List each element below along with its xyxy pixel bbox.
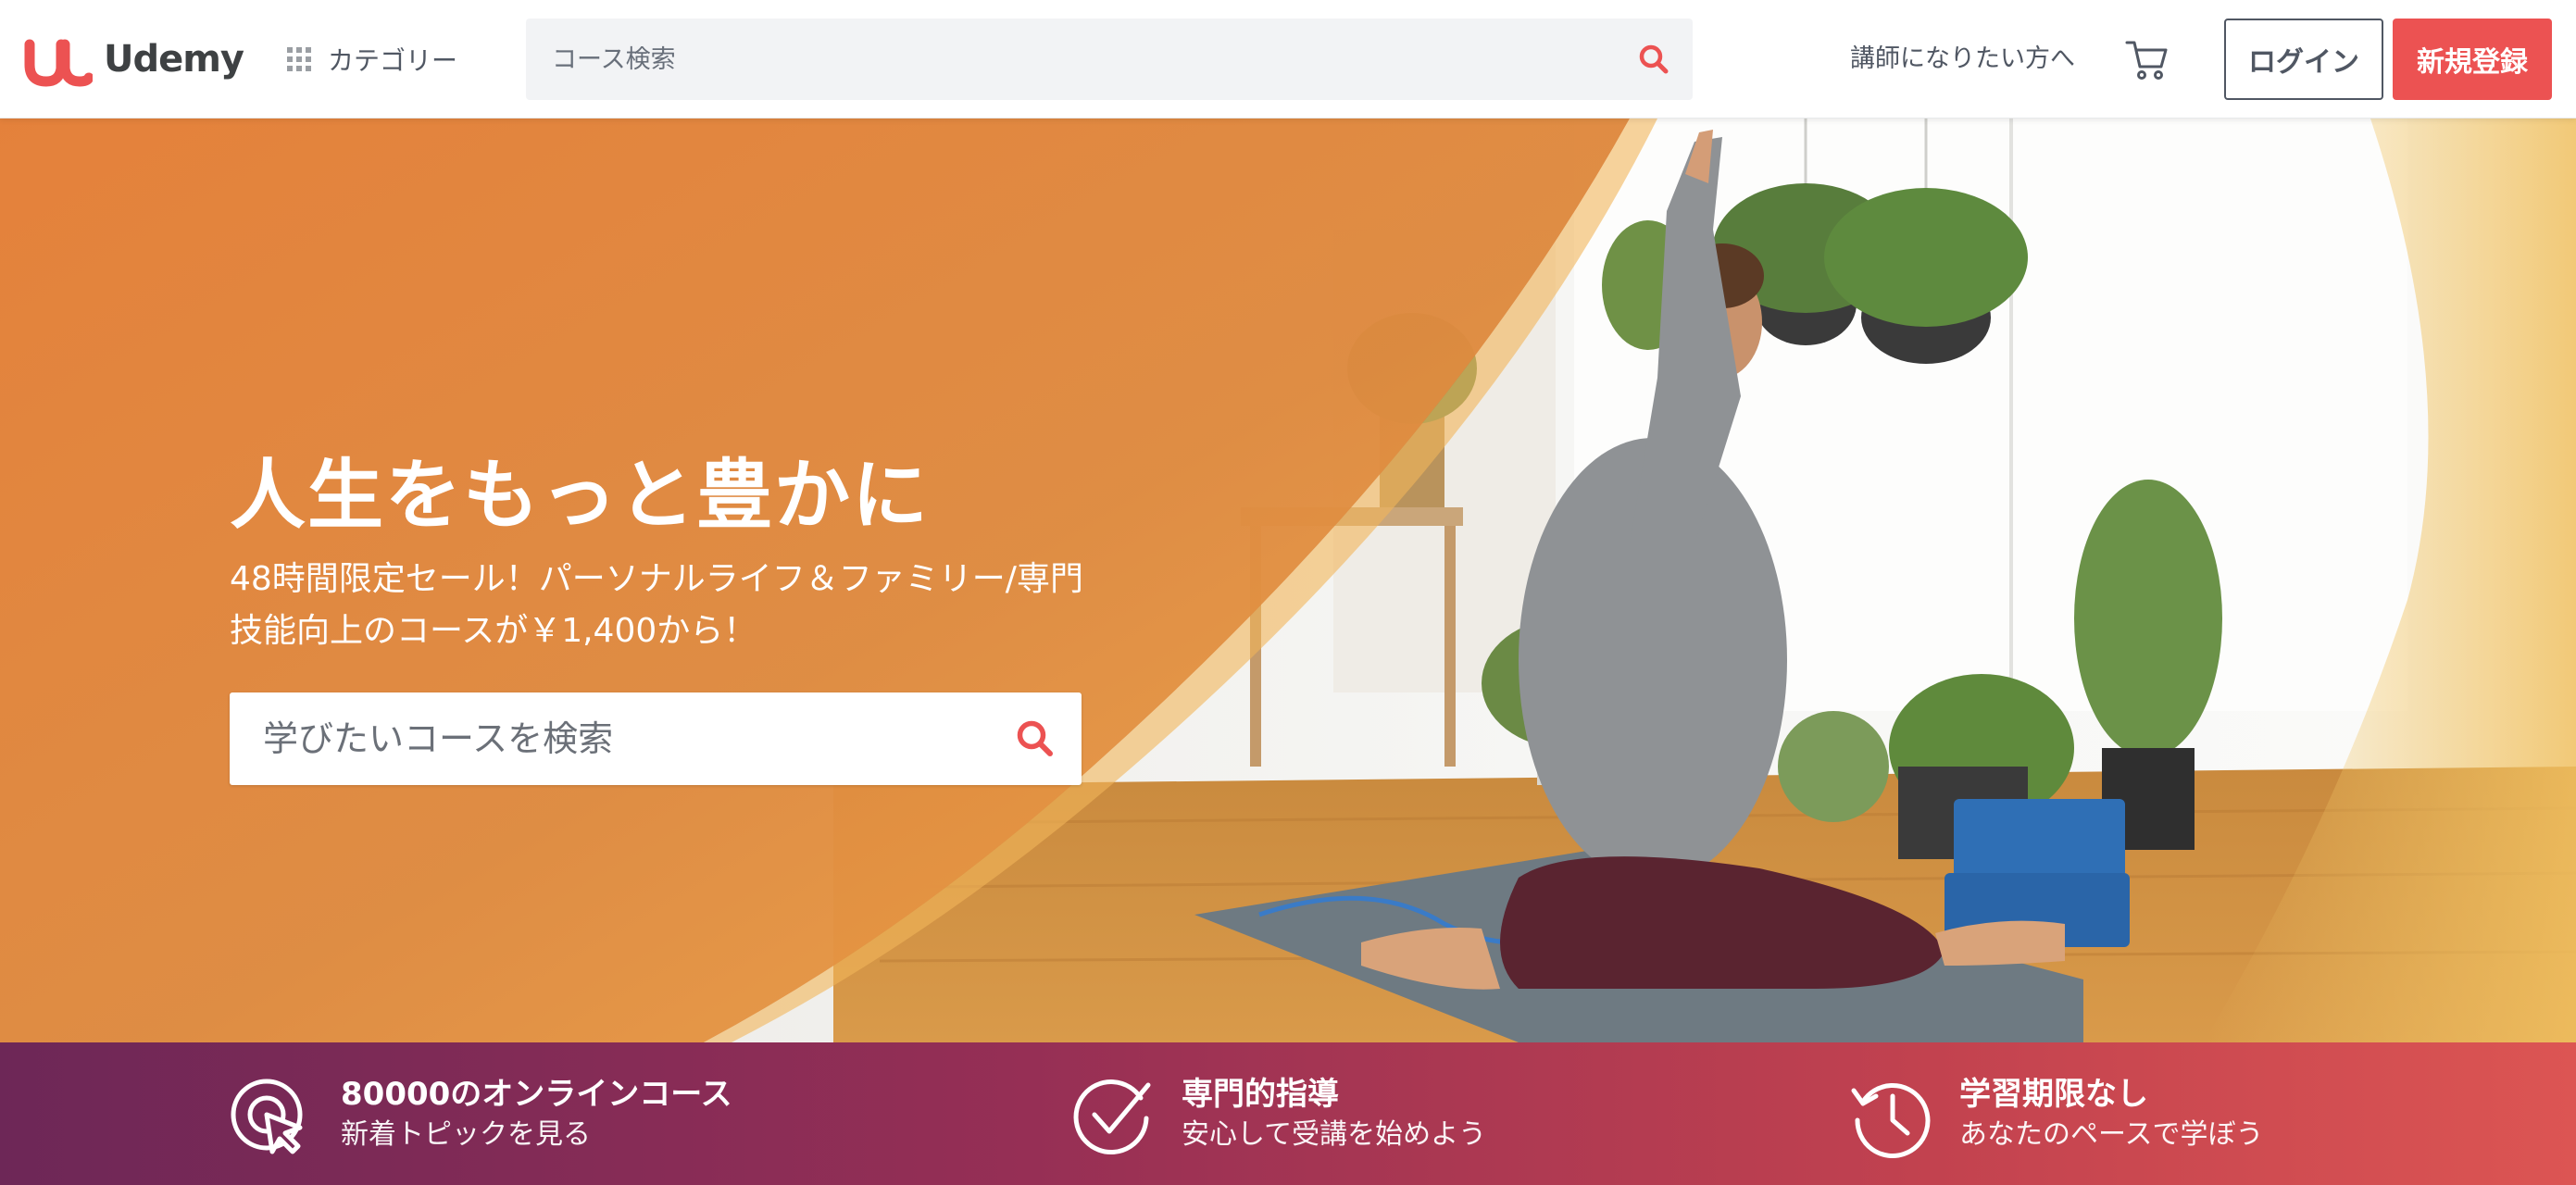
logo-wordmark: Udemy (104, 38, 244, 81)
search-icon (1017, 720, 1053, 756)
clock-history-icon (1851, 1083, 1931, 1158)
cursor-click-icon (231, 1079, 303, 1154)
login-button[interactable]: ログイン (2224, 19, 2383, 100)
top-nav-bar: Udemy カテゴリー 講師になりたい方へ ログイン 新規登録 (0, 0, 2576, 118)
hero-subtitle-line2: 技能向上のコースが￥1,400から！ (230, 612, 757, 650)
udemy-logo[interactable]: Udemy (22, 24, 244, 94)
checkmark-circle-icon (1073, 1079, 1151, 1154)
feature-title: 80000のオンラインコース (341, 1076, 732, 1113)
cart-icon (2125, 41, 2168, 80)
hero-subtitle-line1: 48時間限定セール！パーソナルライフ＆ファミリー/専門 (230, 560, 1083, 598)
features-bar: 80000のオンラインコース 新着トピックを見る 専門的指導 安心して受講を始め… (0, 1042, 2576, 1185)
grid-icon (287, 47, 311, 71)
hero-search-bar (230, 692, 1082, 785)
categories-menu[interactable]: カテゴリー (287, 37, 457, 81)
feature-desc: 安心して受講を始めよう (1182, 1118, 1487, 1151)
hero-banner: 人生をもっと豊かに 48時間限定セール！パーソナルライフ＆ファミリー/専門 技能… (0, 118, 2576, 1042)
feature-title: 学習期限なし (1959, 1076, 2148, 1113)
feature-online-courses[interactable]: 80000のオンラインコース 新着トピックを見る (230, 1074, 732, 1166)
feature-desc: あなたのペースで学ぼう (1959, 1118, 2264, 1151)
header-search-bar (526, 19, 1693, 100)
teach-on-udemy-link[interactable]: 講師になりたい方へ (1850, 37, 2075, 81)
categories-label: カテゴリー (328, 45, 458, 76)
header-search-input[interactable] (552, 19, 1570, 100)
udemy-logo-icon (24, 39, 93, 87)
hero-subtitle: 48時間限定セール！パーソナルライフ＆ファミリー/専門 技能向上のコースが￥1,… (230, 554, 1156, 657)
feature-lifetime-access[interactable]: 学習期限なし あなたのペースで学ぼう (1848, 1074, 2264, 1166)
signup-button[interactable]: 新規登録 (2393, 19, 2552, 100)
header-search-button[interactable] (1632, 37, 1676, 81)
search-icon (1639, 44, 1669, 74)
hero-title: 人生をもっと豊かに (230, 452, 931, 540)
feature-title: 専門的指導 (1182, 1076, 1339, 1113)
hero-search-input[interactable] (263, 692, 1004, 785)
cart-button[interactable] (2124, 35, 2169, 83)
hero-search-button[interactable] (1015, 718, 1056, 759)
feature-desc: 新着トピックを見る (341, 1118, 591, 1151)
feature-expert-instruction[interactable]: 専門的指導 安心して受講を始めよう (1070, 1074, 1486, 1166)
